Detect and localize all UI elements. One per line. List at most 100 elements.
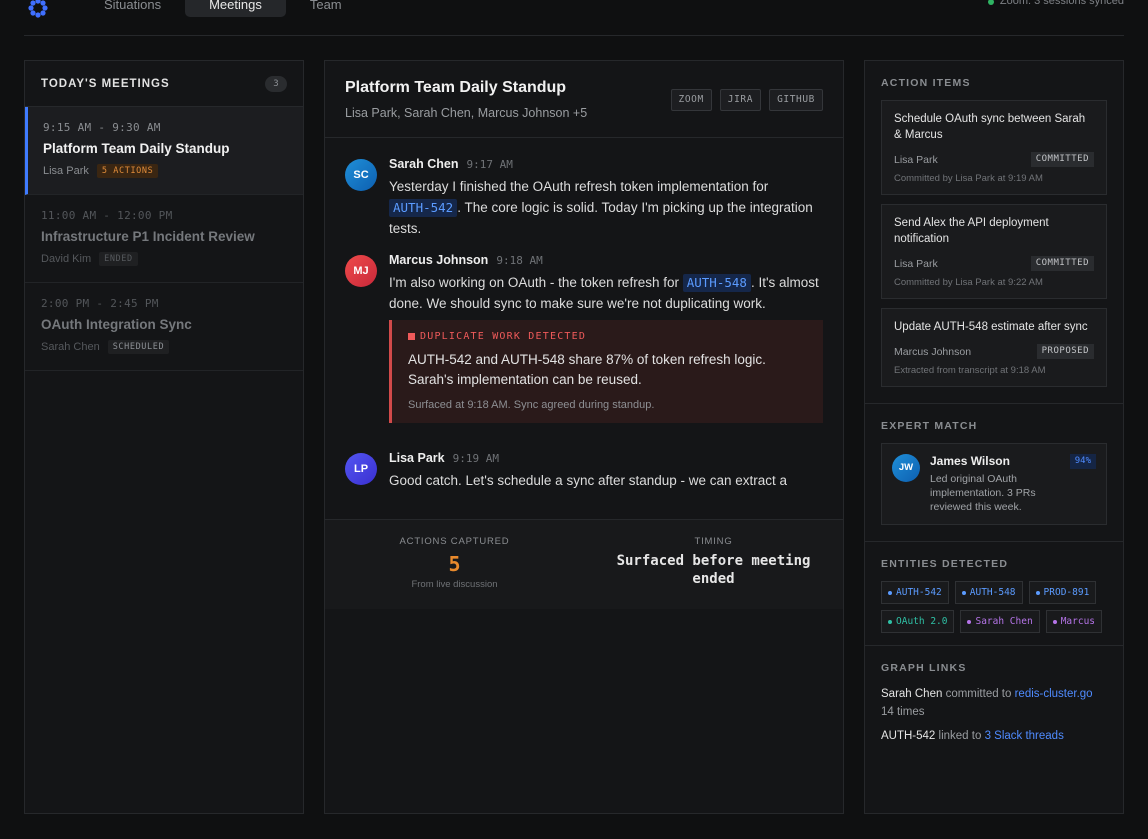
avatar: MJ: [345, 255, 377, 287]
meeting-title: Infrastructure P1 Incident Review: [41, 229, 255, 244]
section-title: GRAPH LINKS: [881, 662, 967, 674]
meeting-item-oauth-sync[interactable]: 2:00 PM - 2:45 PM OAuth Integration Sync…: [25, 283, 303, 371]
message-author: Sarah Chen: [389, 157, 459, 171]
action-title: Send Alex the API deployment notificatio…: [894, 217, 1049, 245]
graph-link-target[interactable]: redis-cluster.go: [1015, 688, 1093, 700]
avatar: JW: [892, 454, 920, 482]
nav-tab-team[interactable]: Team: [286, 0, 366, 17]
meeting-title: OAuth Integration Sync: [41, 317, 192, 332]
alert-text: AUTH-542 and AUTH-548 share 87% of token…: [408, 352, 766, 387]
meeting-time: 2:00 PM - 2:45 PM: [41, 297, 159, 310]
meeting-meta: Sarah Chen SCHEDULED: [41, 340, 287, 354]
integration-tag-github[interactable]: GITHUB: [769, 89, 823, 111]
graph-link-verb: committed to: [942, 688, 1015, 700]
avatar: LP: [345, 453, 377, 485]
expert-card[interactable]: JW James Wilson Led original OAuth imple…: [881, 443, 1107, 525]
action-owner: Lisa Park: [894, 153, 938, 166]
meeting-detail-panel: Platform Team Daily Standup Lisa Park, S…: [324, 60, 844, 814]
entity-list: AUTH-542 AUTH-548 PROD-891 OAuth 2.0 Sar…: [881, 581, 1107, 645]
entity-dot-icon: [967, 619, 972, 624]
integration-tag-zoom[interactable]: ZOOM: [670, 89, 712, 111]
status-badge: PROPOSED: [1036, 344, 1094, 359]
meeting-time: 11:00 AM - 12:00 PM: [41, 209, 173, 222]
meeting-stats: ACTIONS CAPTURED 5 From live discussion …: [325, 519, 843, 609]
graph-link-subject: Sarah Chen: [881, 688, 943, 700]
stat-label: ACTIONS CAPTURED: [399, 536, 510, 547]
action-item[interactable]: Send Alex the API deployment notificatio…: [881, 204, 1107, 299]
entity-label: AUTH-548: [969, 587, 1016, 598]
sync-status-dot-icon: [987, 0, 994, 5]
meetings-count-badge: 3: [265, 75, 287, 92]
transcript-message: MJ Marcus Johnson 9:18 AM I'm also worki…: [345, 253, 823, 437]
message-text: Yesterday I finished the OAuth refresh t…: [389, 176, 823, 239]
graph-link-target[interactable]: 3 Slack threads: [985, 730, 1064, 742]
ticket-link-auth-548[interactable]: AUTH-548: [682, 274, 751, 292]
message-author: Marcus Johnson: [389, 253, 489, 267]
action-item[interactable]: Update AUTH-548 estimate after sync Marc…: [881, 308, 1107, 387]
entity-dot-icon: [888, 619, 892, 624]
action-title: Update AUTH-548 estimate after sync: [894, 321, 1088, 333]
ticket-link-auth-542[interactable]: AUTH-542: [389, 199, 458, 217]
entity-chip[interactable]: Marcus: [1045, 610, 1103, 633]
stat-timing: TIMING Surfaced before meeting ended: [584, 520, 843, 609]
meeting-owner: Lisa Park: [43, 165, 89, 177]
transcript-message: SC Sarah Chen 9:17 AM Yesterday I finish…: [345, 157, 823, 239]
action-owner: Marcus Johnson: [894, 345, 972, 358]
meeting-status-badge: SCHEDULED: [107, 340, 170, 354]
stat-sub: From live discussion: [411, 579, 498, 590]
message-time: 9:17 AM: [466, 158, 513, 171]
meeting-detail-header: Platform Team Daily Standup Lisa Park, S…: [325, 61, 843, 138]
insights-panel: ACTION ITEMS Schedule OAuth sync between…: [864, 60, 1124, 814]
entity-dot-icon: [1052, 619, 1057, 624]
entity-label: AUTH-542: [896, 587, 942, 598]
entity-chip[interactable]: AUTH-548: [954, 581, 1023, 604]
message-author: Lisa Park: [389, 451, 445, 465]
meeting-item-standup[interactable]: 9:15 AM - 9:30 AM Platform Team Daily St…: [25, 107, 303, 195]
graph-link-verb: linked to: [935, 730, 985, 742]
entity-chip[interactable]: OAuth 2.0: [881, 610, 955, 633]
meetings-panel-title: TODAY'S MEETINGS: [41, 77, 170, 90]
meeting-time: 9:15 AM - 9:30 AM: [43, 121, 161, 134]
message-text-part: I'm also working on OAuth - the token re…: [389, 275, 683, 290]
avatar: SC: [345, 159, 377, 191]
section-title: ACTION ITEMS: [881, 77, 971, 89]
action-item[interactable]: Schedule OAuth sync between Sarah & Marc…: [881, 100, 1107, 195]
meeting-meta: David Kim ENDED: [41, 252, 287, 266]
meeting-meta: Lisa Park 5 ACTIONS: [43, 164, 287, 178]
nav-tab-situations[interactable]: Situations: [80, 0, 185, 17]
expert-name: James Wilson: [930, 454, 1010, 468]
graph-links-section: GRAPH LINKS Sarah Chen committed to redi…: [865, 646, 1123, 745]
entity-label: Sarah Chen: [975, 616, 1033, 627]
action-owner: Lisa Park: [894, 257, 938, 270]
section-title: ENTITIES DETECTED: [881, 558, 1009, 570]
graph-link-tail: 14 times: [881, 706, 925, 718]
expert-match-section: EXPERT MATCH JW James Wilson Led origina…: [865, 404, 1123, 542]
graph-link: AUTH-542 linked to 3 Slack threads: [881, 727, 1107, 745]
app-logo-icon[interactable]: [26, 0, 50, 20]
section-title: EXPERT MATCH: [881, 420, 978, 432]
entity-label: PROD-891: [1043, 587, 1090, 598]
message-text: I'm also working on OAuth - the token re…: [389, 272, 823, 314]
action-footer: Committed by Lisa Park at 9:22 AM: [894, 277, 1043, 288]
graph-link: Sarah Chen committed to redis-cluster.go…: [881, 685, 1107, 721]
meeting-item-incident-review[interactable]: 11:00 AM - 12:00 PM Infrastructure P1 In…: [25, 195, 303, 283]
stat-label: TIMING: [694, 536, 733, 547]
expert-description: Led original OAuth implementation. 3 PRs…: [930, 473, 1036, 513]
meeting-title: Platform Team Daily Standup: [43, 141, 230, 156]
integration-tag-jira[interactable]: JIRA: [719, 89, 762, 111]
entity-chip[interactable]: Sarah Chen: [960, 610, 1040, 633]
entities-section: ENTITIES DETECTED AUTH-542 AUTH-548 PROD…: [865, 542, 1123, 646]
message-text-part: Yesterday I finished the OAuth refresh t…: [389, 179, 769, 194]
action-items-section: ACTION ITEMS Schedule OAuth sync between…: [865, 61, 1123, 404]
entity-dot-icon: [1035, 590, 1040, 595]
transcript[interactable]: SC Sarah Chen 9:17 AM Yesterday I finish…: [325, 139, 843, 519]
meeting-owner: David Kim: [41, 253, 92, 265]
entity-chip[interactable]: AUTH-542: [881, 581, 949, 604]
status-badge: COMMITTED: [1030, 256, 1094, 271]
nav-tab-meetings[interactable]: Meetings: [185, 0, 286, 17]
main-nav: Situations Meetings Team: [80, 0, 366, 17]
entity-chip[interactable]: PROD-891: [1028, 581, 1097, 604]
stat-value: Surfaced before meeting ended: [616, 553, 811, 587]
status-badge: COMMITTED: [1030, 152, 1094, 167]
stat-value: 5: [448, 552, 461, 576]
